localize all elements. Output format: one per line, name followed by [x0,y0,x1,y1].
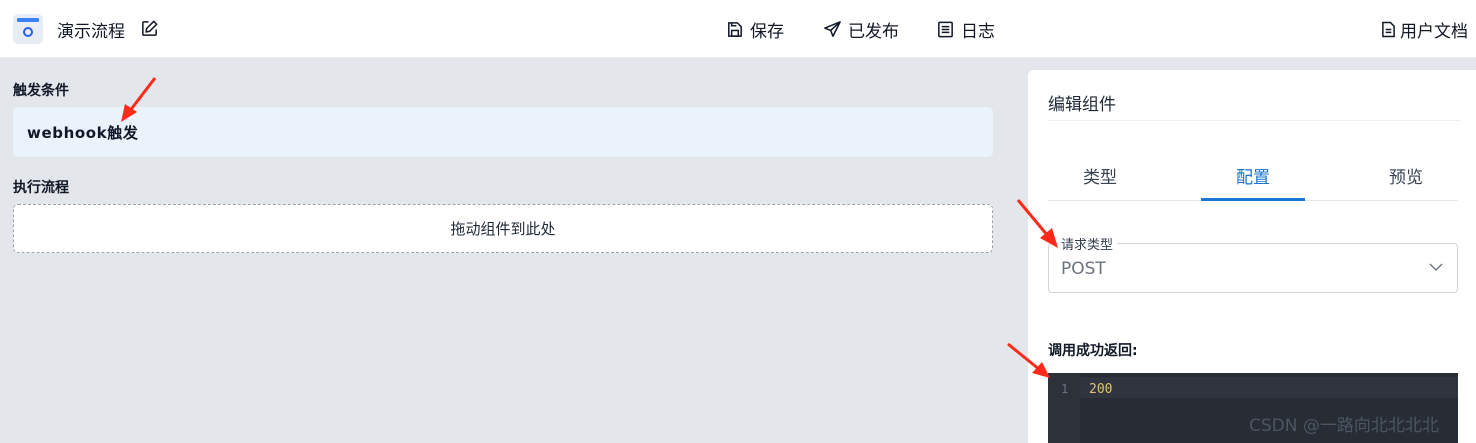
top-bar: 演示流程 保存 已发布 日志 用户文档 [0,0,1476,58]
component-tabs: 类型 配置 预览 [1048,163,1458,201]
flow-canvas: 触发条件 webhook触发 执行流程 拖动组件到此处 [0,58,1017,443]
component-drop-zone[interactable]: 拖动组件到此处 [13,204,993,253]
watermark: CSDN @一路向北北北北 [1249,416,1439,436]
publish-label: 已发布 [848,22,899,42]
tab-type[interactable]: 类型 [1048,163,1152,201]
send-icon [824,21,841,37]
user-docs-link[interactable]: 用户文档 [1381,17,1468,42]
document-icon [1382,21,1395,38]
edit-icon[interactable] [140,19,159,38]
drop-zone-text: 拖动组件到此处 [450,220,556,238]
chevron-down-icon [1429,263,1443,271]
code-content: 200 [1089,382,1113,397]
trigger-node[interactable]: webhook触发 [13,107,993,157]
line-number: 1 [1061,382,1069,396]
request-type-value: POST [1061,259,1106,279]
log-icon [938,21,953,38]
request-type-label: 请求类型 [1057,234,1118,253]
panel-divider [1048,120,1460,121]
edit-component-panel: 编辑组件 类型 配置 预览 请求类型 POST 调用成功返回: 1 200 [1028,70,1476,443]
tab-preview[interactable]: 预览 [1354,163,1458,201]
trigger-name: webhook触发 [27,124,139,142]
flow-title: 演示流程 [57,22,125,42]
log-label: 日志 [961,22,995,42]
active-line-highlight [1080,377,1458,398]
log-button[interactable]: 日志 [936,17,995,42]
publish-button[interactable]: 已发布 [823,17,899,42]
save-button[interactable]: 保存 [725,17,784,42]
success-return-label: 调用成功返回: [1048,343,1138,359]
tab-config[interactable]: 配置 [1201,163,1305,201]
panel-title: 编辑组件 [1048,95,1116,115]
request-type-select[interactable]: 请求类型 POST [1048,234,1458,293]
save-label: 保存 [750,22,784,42]
app-logo-icon [13,14,43,44]
active-tab-indicator [1201,198,1305,201]
user-docs-label: 用户文档 [1400,22,1468,42]
save-icon [728,22,742,37]
flow-section-label: 执行流程 [13,180,69,196]
trigger-section-label: 触发条件 [13,83,69,99]
